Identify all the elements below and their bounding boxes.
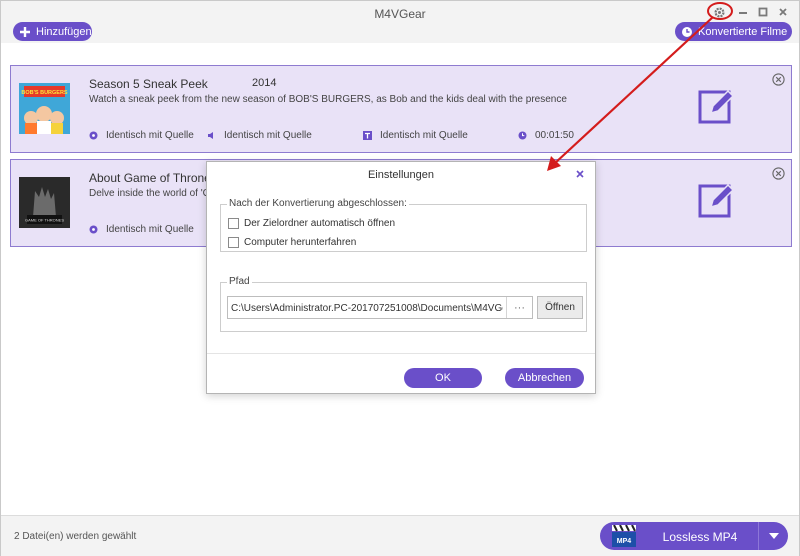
path-group: Pfad C:\Users\Administrator.PC-201707251…: [220, 276, 587, 332]
status-bar: 2 Datei(en) werden gewählt MP4 Lossless …: [1, 515, 799, 556]
open-folder-label: Der Zielordner automatisch öffnen: [244, 218, 396, 229]
remove-item-icon[interactable]: [772, 73, 785, 86]
duration-label: 00:01:50: [535, 130, 574, 141]
edit-icon[interactable]: [697, 180, 737, 220]
open-folder-checkbox[interactable]: [228, 218, 239, 229]
close-icon[interactable]: [774, 4, 792, 20]
video-icon: [89, 225, 98, 234]
video-icon: [89, 131, 98, 140]
thumbnail-logo: BOB'S BURGERS: [21, 90, 68, 96]
audio-setting[interactable]: Identisch mit Quelle: [207, 130, 312, 141]
cancel-button[interactable]: Abbrechen: [505, 368, 584, 388]
remove-item-icon[interactable]: [772, 167, 785, 180]
video-description: Watch a sneak peek from the new season o…: [89, 94, 567, 105]
converted-movies-button[interactable]: Konvertierte Filme: [675, 22, 792, 41]
video-title: Season 5 Sneak Peek: [89, 77, 208, 91]
close-icon[interactable]: [574, 168, 586, 180]
audio-label: Identisch mit Quelle: [224, 130, 312, 141]
dialog-title: Einstellungen: [367, 169, 435, 181]
duration: 00:01:50: [518, 130, 574, 141]
subtitle-setting[interactable]: Identisch mit Quelle: [363, 130, 468, 141]
path-legend: Pfad: [227, 276, 252, 287]
audio-icon: [207, 131, 216, 140]
highlight-circle: [707, 2, 733, 20]
mp4-icon: MP4: [612, 524, 636, 547]
video-title: About Game of Thrones: [89, 171, 217, 185]
video-item[interactable]: BOB'S BURGERS Season 5 Sneak Peek 2014 W…: [10, 65, 792, 153]
video-description: Delve inside the world of 'G: [89, 188, 211, 199]
video-quality-setting[interactable]: Identisch mit Quelle: [89, 130, 194, 141]
after-conversion-legend: Nach der Konvertierung abgeschlossen:: [227, 198, 409, 209]
subtitle-icon: [363, 131, 372, 140]
shutdown-label: Computer herunterfahren: [244, 237, 357, 248]
dialog-body: Nach der Konvertierung abgeschlossen: De…: [207, 184, 595, 354]
output-path-field[interactable]: C:\Users\Administrator.PC-201707251008\D…: [227, 296, 533, 319]
plus-icon: [19, 26, 31, 38]
output-format-label: Lossless MP4: [662, 530, 738, 544]
video-quality-label: Identisch mit Quelle: [106, 224, 194, 235]
thumbnail-logo: GAME OF THRONES: [25, 218, 64, 223]
maximize-icon[interactable]: [754, 4, 772, 20]
selection-status: 2 Datei(en) werden gewählt: [14, 531, 137, 542]
app-title: M4VGear: [374, 7, 426, 21]
chevron-down-icon[interactable]: [760, 522, 788, 550]
after-conversion-group: Nach der Konvertierung abgeschlossen: De…: [220, 198, 587, 252]
edit-icon[interactable]: [697, 86, 737, 126]
clock-icon: [518, 131, 527, 140]
shutdown-option[interactable]: Computer herunterfahren: [228, 237, 356, 248]
output-format-button[interactable]: MP4 Lossless MP4: [600, 522, 788, 550]
video-thumbnail: BOB'S BURGERS: [19, 83, 70, 134]
output-path-value: C:\Users\Administrator.PC-201707251008\D…: [231, 303, 503, 314]
video-year: 2014: [252, 77, 277, 89]
browse-button[interactable]: ···: [506, 297, 532, 318]
app-window: M4VGear Hinzufügen Konvertierte Filme BO…: [0, 0, 800, 556]
add-button-label: Hinzufügen: [36, 25, 92, 38]
mp4-icon-text: MP4: [617, 538, 632, 545]
clock-icon: [681, 26, 693, 38]
ok-button[interactable]: OK: [404, 368, 482, 388]
settings-dialog: Einstellungen Nach der Konvertierung abg…: [206, 161, 596, 394]
video-quality-label: Identisch mit Quelle: [106, 130, 194, 141]
shutdown-checkbox[interactable]: [228, 237, 239, 248]
divider: [758, 522, 759, 550]
video-quality-setting[interactable]: Identisch mit Quelle: [89, 224, 194, 235]
video-thumbnail: GAME OF THRONES: [19, 177, 70, 228]
subtitle-label: Identisch mit Quelle: [380, 130, 468, 141]
titlebar: M4VGear Hinzufügen Konvertierte Filme: [1, 1, 799, 43]
open-folder-option[interactable]: Der Zielordner automatisch öffnen: [228, 218, 395, 229]
minimize-icon[interactable]: [734, 4, 752, 20]
converted-movies-label: Konvertierte Filme: [698, 25, 788, 38]
open-folder-button[interactable]: Öffnen: [537, 296, 583, 319]
add-button[interactable]: Hinzufügen: [13, 22, 92, 41]
